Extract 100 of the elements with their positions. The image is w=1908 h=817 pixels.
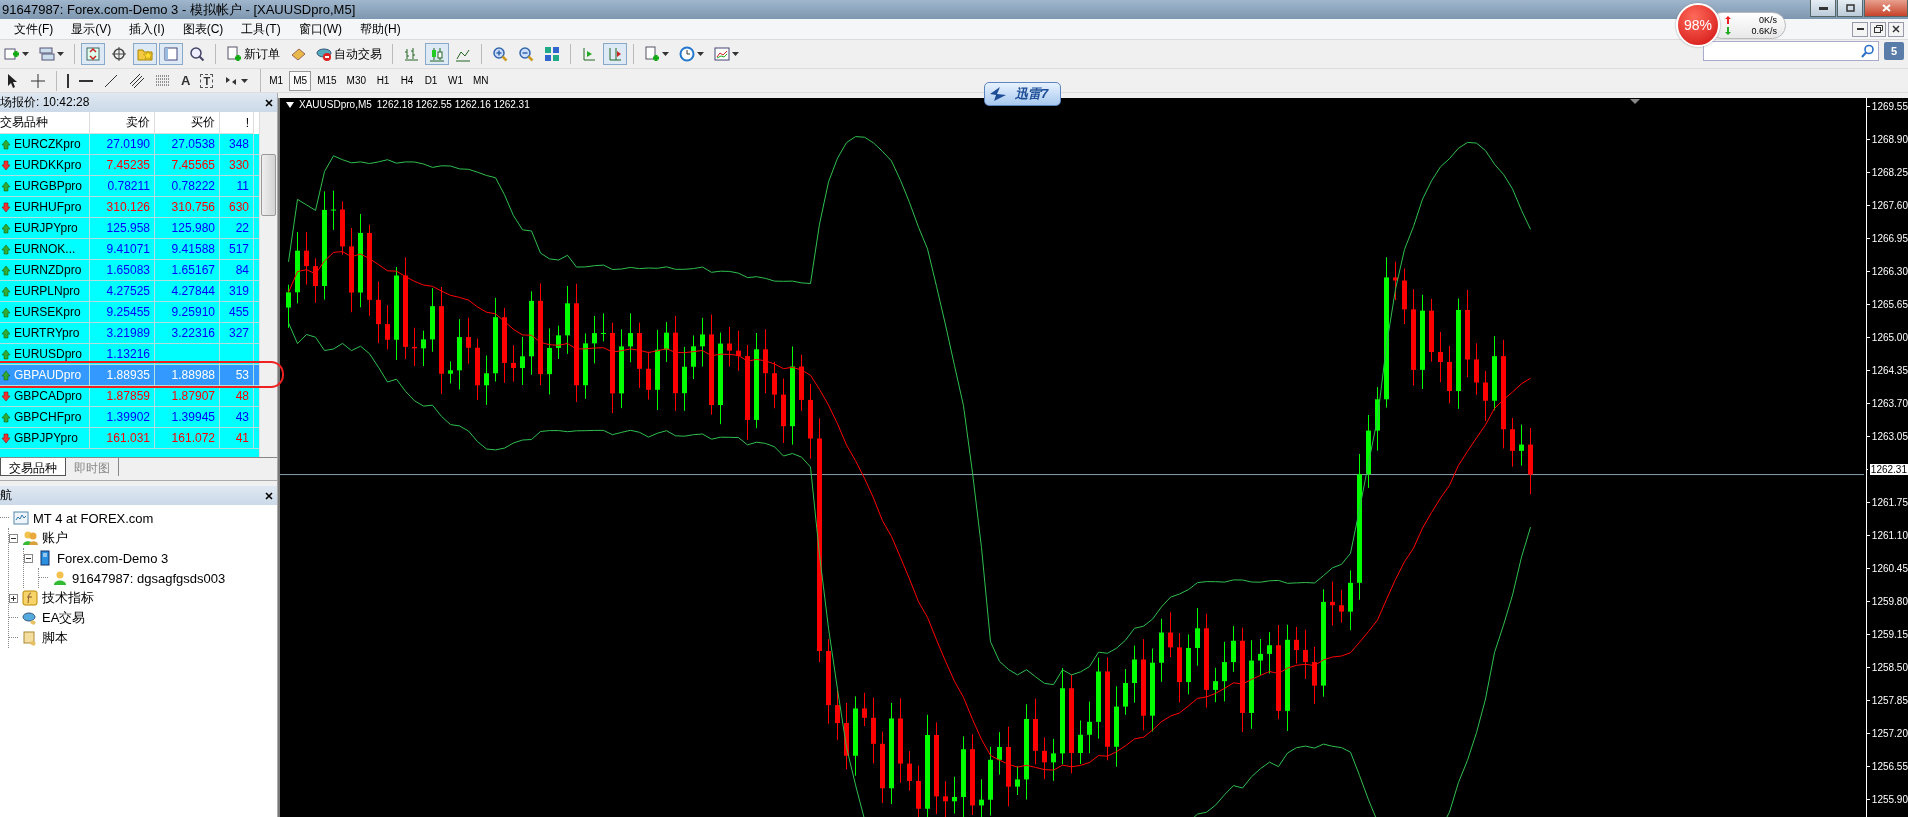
text-label-tool-button[interactable]: T [196, 69, 218, 92]
table-cell: 48 [220, 386, 254, 406]
table-cell: 4.27844 [155, 281, 220, 301]
close-icon [1892, 25, 1900, 33]
menu-item[interactable]: 插入(I) [120, 20, 174, 38]
table-cell: 1.13216 [90, 344, 155, 364]
timeframe-button[interactable]: D1 [420, 70, 443, 91]
table-row[interactable]: EURHUFpro 310.126 310.756 630 [0, 197, 259, 218]
vertical-line-icon [67, 73, 69, 88]
symbol-text: EURDKKpro [14, 158, 82, 172]
candlestick-icon [429, 46, 445, 62]
table-row[interactable]: GBPJPYpro 161.031 161.072 41 [0, 428, 259, 449]
tree-item[interactable]: 91647987: dgsagfgsds003 [72, 570, 226, 586]
symbol-text: EURGBPpro [14, 179, 83, 193]
crosshair-icon [30, 72, 46, 89]
chart-shift-marker[interactable] [1630, 99, 1640, 104]
table-row[interactable]: EURJPYpro 125.958 125.980 22 [0, 218, 259, 239]
download-speed: 0.6K/s [1750, 25, 1777, 36]
maximize-icon [1845, 4, 1855, 12]
tree-item[interactable]: Forex.com-Demo 3 [57, 550, 169, 566]
symbol-text: GBPCHFpro [14, 410, 82, 424]
table-cell: 22 [220, 218, 254, 238]
autoscroll-button[interactable] [603, 43, 627, 65]
symbol-text: EURHUFpro [14, 200, 82, 214]
table-row[interactable]: EURDKKpro 7.45235 7.45565 330 [0, 155, 259, 176]
scrollbar[interactable] [259, 112, 277, 457]
column-header[interactable]: ! [220, 112, 254, 134]
search-field[interactable] [1703, 41, 1879, 61]
table-row[interactable]: EURCZKpro 27.0190 27.0538 348 [0, 134, 259, 155]
maximize-button[interactable] [1837, 0, 1863, 17]
download-manager-badge[interactable]: 迅雷7 [984, 82, 1062, 106]
search-icon [1861, 44, 1875, 58]
tree-item[interactable]: EA交易 [42, 609, 86, 627]
window-icon [163, 46, 179, 62]
menu-item[interactable]: 窗口(W) [289, 20, 351, 38]
timeframe-button[interactable]: W1 [444, 70, 468, 91]
table-cell: 125.980 [155, 218, 220, 238]
grid-icon [544, 46, 560, 62]
close-button[interactable] [1888, 21, 1904, 37]
table-cell: 1.88935 [90, 365, 155, 385]
column-header[interactable]: 买价 [155, 112, 220, 134]
table-cell: 330 [220, 155, 254, 175]
menu-item[interactable]: 工具(T) [232, 20, 290, 38]
table-cell: 9.41588 [155, 239, 220, 259]
table-row[interactable]: EURGBPpro 0.78211 0.78222 11 [0, 176, 259, 197]
minimize-button[interactable] [1810, 0, 1836, 17]
table-cell: 161.072 [155, 428, 220, 448]
collapse-icon[interactable] [24, 553, 33, 563]
table-row[interactable]: EURNZDpro 1.65083 1.65167 84 [0, 260, 259, 281]
tree-item[interactable]: MT 4 at FOREX.com [33, 510, 154, 526]
price-label: 1266.30 [1871, 266, 1908, 277]
table-cell: 310.756 [155, 197, 220, 217]
message-count-badge[interactable]: 5 [1884, 42, 1904, 60]
table-row[interactable]: EURTRYpro 3.21989 3.22316 327 [0, 323, 259, 344]
menu-item[interactable]: 显示(V) [62, 20, 121, 38]
auto-trading-button[interactable]: 自动交易 [312, 43, 386, 65]
trend-line-icon [103, 72, 119, 89]
minimize-button[interactable] [1852, 21, 1868, 37]
table-cell: 1.65083 [90, 260, 155, 280]
menu-item[interactable]: 文件(F) [0, 20, 63, 38]
collapse-icon[interactable] [9, 533, 18, 543]
timeframe-button[interactable]: H1 [372, 70, 395, 91]
table-row[interactable]: EURPLNpro 4.27525 4.27844 319 [0, 281, 259, 302]
column-header[interactable]: 卖价 [90, 112, 155, 134]
table-row[interactable]: EURNOK... 9.41071 9.41588 517 [0, 239, 259, 260]
expand-icon[interactable] [9, 593, 18, 603]
table-cell: 630 [220, 197, 254, 217]
timeframe-button[interactable]: M1 [265, 70, 288, 91]
tree-item[interactable]: 技术指标 [42, 589, 94, 607]
minimize-icon [1818, 6, 1828, 10]
timeframe-button[interactable]: M5 [289, 70, 312, 91]
timeframe-button[interactable]: MN [469, 70, 493, 91]
table-cell: 1.88988 [155, 365, 220, 385]
table-row[interactable]: GBPCHFpro 1.39902 1.39945 43 [0, 407, 259, 428]
table-cell: 9.25455 [90, 302, 155, 322]
download-arrow-icon [1725, 26, 1731, 35]
market-watch-button[interactable] [81, 43, 105, 65]
close-icon [1881, 4, 1891, 12]
text-tool-button[interactable]: A [177, 69, 195, 92]
symbol-text: EURCZKpro [14, 137, 81, 151]
menu-item[interactable]: 帮助(H) [351, 20, 410, 38]
table-row[interactable]: EURSEKpro 9.25455 9.25910 455 [0, 302, 259, 323]
timeframe-button[interactable]: M15 [313, 70, 341, 91]
column-header[interactable]: 交易品种 [0, 112, 90, 134]
timeframe-button[interactable]: M30 [342, 70, 371, 91]
tree-item[interactable]: 账户 [42, 529, 68, 547]
zoom-in-icon [492, 46, 508, 62]
restore-button[interactable] [1870, 21, 1886, 37]
window-title: 91647987: Forex.com-Demo 3 - 模拟帐户 - [XAUUSDpro,M5] [1, 0, 356, 19]
timeframe-button[interactable]: H4 [396, 70, 419, 91]
table-cell: 3.21989 [90, 323, 155, 343]
new-order-button[interactable]: 新订单 [222, 43, 284, 65]
arrows-window-icon [85, 46, 101, 62]
table-row[interactable]: GBPCADpro 1.87859 1.87907 48 [0, 386, 259, 407]
price-label: 1256.55 [1871, 761, 1908, 772]
tab[interactable]: 交易品种 [0, 458, 66, 476]
price-label: 1257.85 [1871, 695, 1908, 706]
dropdown-icon[interactable] [286, 101, 294, 108]
tree-item[interactable]: 脚本 [42, 629, 68, 647]
menu-item[interactable]: 图表(C) [173, 20, 233, 38]
